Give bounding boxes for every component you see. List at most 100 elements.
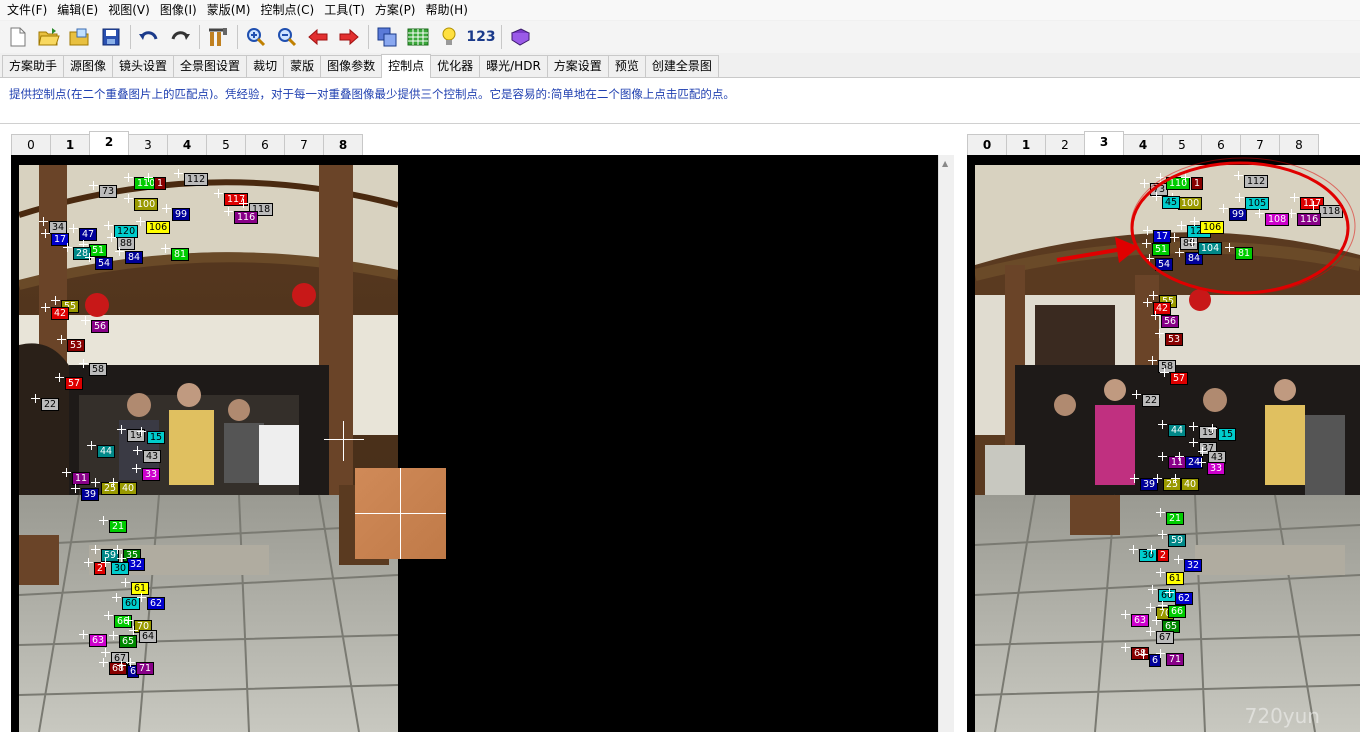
right-control-point[interactable]: 2 [1157, 549, 1170, 562]
left-control-point[interactable]: 65 [119, 635, 138, 648]
table-icon[interactable] [404, 23, 432, 51]
left-control-point[interactable]: 112 [184, 173, 209, 186]
right-control-point[interactable]: 63 [1131, 614, 1150, 627]
left-control-point[interactable]: 22 [41, 398, 60, 411]
right-control-point[interactable]: 40 [1181, 478, 1200, 491]
left-control-point[interactable]: 116 [234, 211, 259, 224]
right-control-point[interactable]: 21 [1166, 512, 1185, 525]
menu-tools[interactable]: 工具(T) [319, 0, 370, 20]
right-image-tab-4[interactable]: 4 [1123, 134, 1163, 155]
left-control-point[interactable]: 54 [95, 257, 114, 270]
undo-icon[interactable] [135, 23, 163, 51]
right-image-tab-7[interactable]: 7 [1240, 134, 1280, 155]
tab-create-panorama[interactable]: 创建全景图 [644, 55, 719, 77]
left-control-point[interactable]: 99 [172, 208, 191, 221]
save-icon[interactable] [97, 23, 125, 51]
left-control-point[interactable]: 44 [97, 445, 116, 458]
right-control-point[interactable]: 66 [1168, 605, 1187, 618]
left-control-point[interactable]: 63 [89, 634, 108, 647]
left-image-tab-3[interactable]: 3 [128, 134, 168, 155]
tab-lens-settings[interactable]: 镜头设置 [112, 55, 175, 77]
left-control-point[interactable]: 106 [146, 221, 171, 234]
left-image-tab-0[interactable]: 0 [11, 134, 51, 155]
tab-image-parameters[interactable]: 图像参数 [320, 55, 383, 77]
right-control-point[interactable]: 59 [1168, 534, 1187, 547]
left-control-point[interactable]: 84 [125, 251, 144, 264]
book-icon[interactable] [506, 23, 534, 51]
right-control-point[interactable]: 61 [1166, 572, 1185, 585]
tab-exposure-hdr[interactable]: 曝光/HDR [479, 55, 548, 77]
left-control-point[interactable]: 42 [51, 307, 70, 320]
tab-mask[interactable]: 蒙版 [283, 55, 322, 77]
right-control-point[interactable]: 71 [1166, 653, 1185, 666]
menu-control-points[interactable]: 控制点(C) [255, 0, 319, 20]
right-control-point[interactable]: 57 [1170, 372, 1189, 385]
right-image-pane[interactable]: 7311011121001171189911610510845171201068… [967, 155, 1360, 732]
left-image-tab-6[interactable]: 6 [245, 134, 285, 155]
right-image-tab-5[interactable]: 5 [1162, 134, 1202, 155]
left-source-photo[interactable]: 73 110 1 112 100 117 118 99 116 34 17 47 120 106 88 51 2… [19, 165, 398, 732]
number-label-button[interactable]: 123 [466, 23, 496, 51]
right-image-tab-1[interactable]: 1 [1006, 134, 1046, 155]
left-image-pane[interactable]: 73 110 1 112 100 117 118 99 116 34 17 47 120 106 88 51 2… [11, 155, 938, 732]
zoom-out-icon[interactable] [273, 23, 301, 51]
left-control-point[interactable]: 1 [154, 177, 167, 190]
left-control-point[interactable]: 39 [81, 488, 100, 501]
left-control-point[interactable]: 56 [91, 320, 110, 333]
menu-view[interactable]: 视图(V) [103, 0, 155, 20]
right-control-point[interactable]: 15 [1218, 428, 1237, 441]
right-control-point[interactable]: 67 [1156, 631, 1175, 644]
right-control-point[interactable]: 22 [1142, 394, 1161, 407]
left-image-tab-5[interactable]: 5 [206, 134, 246, 155]
left-control-point[interactable]: 21 [109, 520, 128, 533]
tab-optimizer[interactable]: 优化器 [430, 55, 481, 77]
tab-project-settings[interactable]: 方案设置 [546, 55, 609, 77]
menu-project[interactable]: 方案(P) [370, 0, 421, 20]
left-image-tab-2[interactable]: 2 [89, 131, 129, 155]
next-image-icon[interactable] [335, 23, 363, 51]
left-image-tab-4[interactable]: 4 [167, 134, 207, 155]
right-control-point[interactable]: 33 [1207, 462, 1226, 475]
menu-image[interactable]: 图像(I) [155, 0, 202, 20]
left-control-point[interactable]: 64 [139, 630, 158, 643]
tab-panorama-settings[interactable]: 全景图设置 [173, 55, 248, 77]
left-control-point[interactable]: 33 [142, 468, 161, 481]
left-control-point[interactable]: 40 [119, 482, 138, 495]
fit-panorama-icon[interactable] [204, 23, 232, 51]
right-control-point[interactable]: 53 [1165, 333, 1184, 346]
right-control-point[interactable]: 62 [1175, 592, 1194, 605]
right-control-point[interactable]: 32 [1184, 559, 1203, 572]
left-control-point[interactable]: 73 [99, 185, 118, 198]
tab-source-images[interactable]: 源图像 [63, 55, 114, 77]
open-folder-icon[interactable] [35, 23, 63, 51]
left-control-point[interactable]: 58 [89, 363, 108, 376]
right-image-tab-3[interactable]: 3 [1084, 131, 1124, 155]
left-control-point[interactable]: 30 [111, 562, 130, 575]
previous-image-icon[interactable] [304, 23, 332, 51]
tab-assistant[interactable]: 方案助手 [2, 55, 65, 77]
tab-preview[interactable]: 预览 [607, 55, 646, 77]
left-image-tab-7[interactable]: 7 [284, 134, 324, 155]
left-control-point[interactable]: 15 [147, 431, 166, 444]
right-control-point[interactable]: 56 [1161, 315, 1180, 328]
left-pane-scrollbar[interactable]: ▲ [938, 155, 954, 732]
image-stack-icon[interactable] [373, 23, 401, 51]
right-image-tab-8[interactable]: 8 [1279, 134, 1319, 155]
menu-help[interactable]: 帮助(H) [421, 0, 473, 20]
left-control-point[interactable]: 32 [127, 558, 146, 571]
zoom-in-icon[interactable] [242, 23, 270, 51]
right-image-tab-6[interactable]: 6 [1201, 134, 1241, 155]
new-file-icon[interactable] [4, 23, 32, 51]
left-image-tab-1[interactable]: 1 [50, 134, 90, 155]
menu-file[interactable]: 文件(F) [2, 0, 52, 20]
left-control-point[interactable]: 62 [147, 597, 166, 610]
menu-edit[interactable]: 编辑(E) [52, 0, 103, 20]
right-control-point[interactable]: 44 [1168, 424, 1187, 437]
right-image-tab-2[interactable]: 2 [1045, 134, 1085, 155]
left-control-point[interactable]: 53 [67, 339, 86, 352]
right-image-tab-0[interactable]: 0 [967, 134, 1007, 155]
left-image-tab-8[interactable]: 8 [323, 134, 363, 155]
tip-bulb-icon[interactable] [435, 23, 463, 51]
redo-icon[interactable] [166, 23, 194, 51]
open-images-icon[interactable] [66, 23, 94, 51]
